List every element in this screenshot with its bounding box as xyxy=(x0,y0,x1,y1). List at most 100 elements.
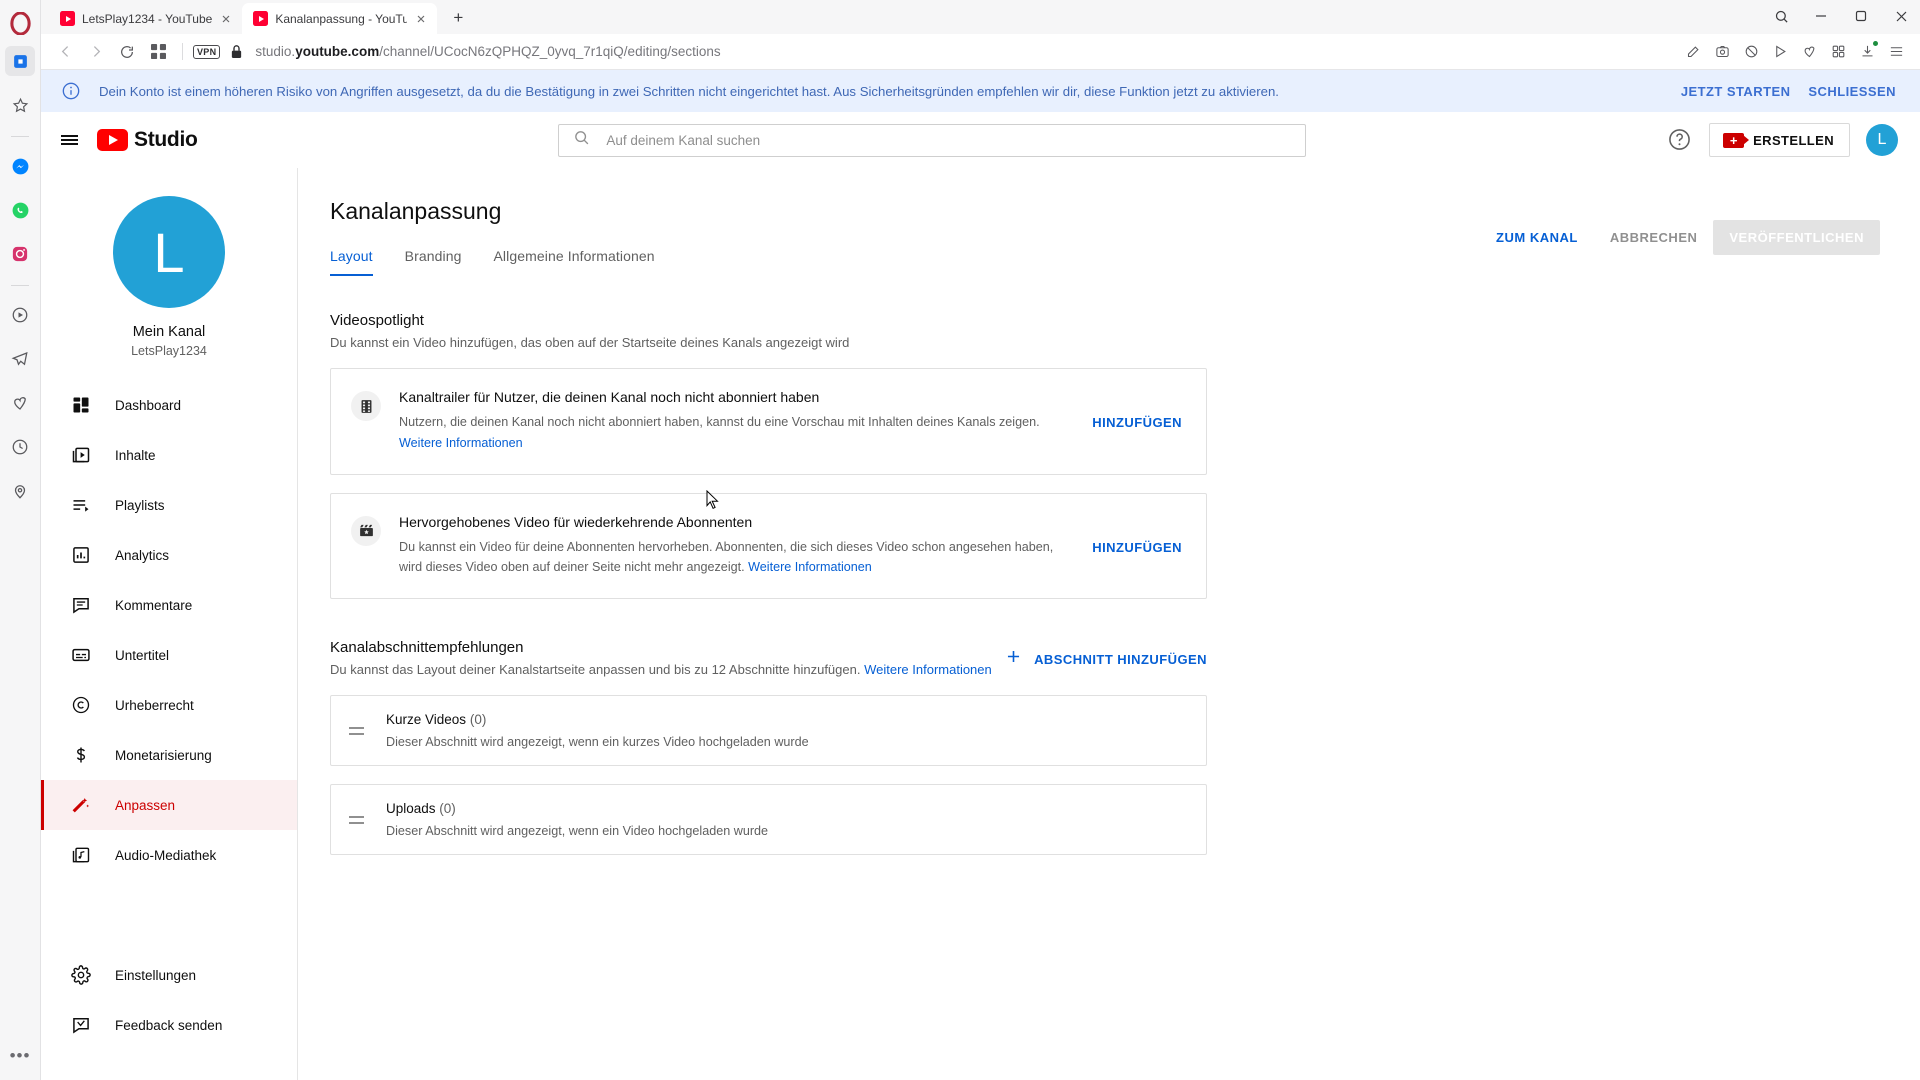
minimize-button[interactable] xyxy=(1802,2,1840,30)
url-domain: youtube.com xyxy=(295,44,380,59)
publish-button[interactable]: VERÖFFENTLICHEN xyxy=(1713,220,1880,255)
music-library-icon xyxy=(69,843,93,867)
lock-icon[interactable] xyxy=(230,44,243,59)
sidebar-item-monetarisierung[interactable]: Monetarisierung xyxy=(41,730,297,780)
instagram-icon[interactable] xyxy=(5,239,35,269)
heart-icon[interactable] xyxy=(1796,38,1823,65)
row-title: Uploads (0) xyxy=(386,801,768,816)
sidebar-item-untertitel[interactable]: Untertitel xyxy=(41,630,297,680)
channel-name: Mein Kanal xyxy=(132,324,206,340)
history-icon[interactable] xyxy=(5,432,35,462)
drag-handle-icon[interactable] xyxy=(349,815,364,824)
row-description: Dieser Abschnitt wird angezeigt, wenn ei… xyxy=(386,735,809,750)
create-button[interactable]: + ERSTELLEN xyxy=(1709,123,1850,157)
pin-icon[interactable] xyxy=(5,476,35,506)
add-featured-button[interactable]: HINZUFÜGEN xyxy=(1092,540,1182,555)
studio-wordmark: Studio xyxy=(134,128,198,151)
search-input[interactable] xyxy=(606,132,1292,148)
cancel-button[interactable]: ABBRECHEN xyxy=(1594,220,1714,255)
screenshot-icon[interactable] xyxy=(1709,38,1736,65)
sidebar-item-analytics[interactable]: Analytics xyxy=(41,530,297,580)
content-video-icon xyxy=(69,443,93,467)
tab-allgemeine-informationen[interactable]: Allgemeine Informationen xyxy=(477,248,670,276)
new-tab-button[interactable]: + xyxy=(445,5,471,31)
browser-tab-1[interactable]: LetsPlay1234 - YouTube xyxy=(49,3,242,34)
messenger-icon[interactable] xyxy=(5,151,35,181)
sidebar-item-dashboard[interactable]: Dashboard xyxy=(41,380,297,430)
url-text[interactable]: studio.youtube.com/channel/UCocN6zQPHQZ_… xyxy=(255,44,1677,59)
workspace-icon[interactable] xyxy=(5,46,35,76)
learn-more-link[interactable]: Weitere Informationen xyxy=(399,436,523,450)
sidebar-item-anpassen[interactable]: Anpassen xyxy=(41,780,297,830)
close-icon[interactable] xyxy=(414,12,428,26)
add-section-button[interactable]: ABSCHNITT HINZUFÜGEN xyxy=(1004,639,1207,671)
view-channel-button[interactable]: ZUM KANAL xyxy=(1480,220,1594,255)
plus-icon xyxy=(1004,647,1023,671)
opera-logo-icon[interactable] xyxy=(7,10,33,36)
avatar[interactable]: L xyxy=(1866,124,1898,156)
section-subtitle: Du kannst ein Video hinzufügen, das oben… xyxy=(330,335,850,350)
studio-logo[interactable]: Studio xyxy=(97,128,198,152)
star-icon[interactable] xyxy=(5,90,35,120)
block-ads-icon[interactable] xyxy=(1738,38,1765,65)
section-row-kurze-videos[interactable]: Kurze Videos (0) Dieser Abschnitt wird a… xyxy=(330,695,1207,767)
section-title: Kanalabschnittempfehlungen xyxy=(330,639,524,657)
sidebar-item-urheberrecht[interactable]: Urheberrecht xyxy=(41,680,297,730)
browser-window: LetsPlay1234 - YouTube Kanalanpassung - … xyxy=(41,0,1920,1080)
section-row-uploads[interactable]: Uploads (0) Dieser Abschnitt wird angeze… xyxy=(330,784,1207,856)
address-bar-icons xyxy=(1680,38,1910,65)
hamburger-menu-icon[interactable] xyxy=(41,112,97,168)
heart-icon[interactable] xyxy=(5,388,35,418)
add-trailer-button[interactable]: HINZUFÜGEN xyxy=(1092,415,1182,430)
security-alert-banner: Dein Konto ist einem höheren Risiko von … xyxy=(41,70,1920,112)
sidebar-item-einstellungen[interactable]: Einstellungen xyxy=(41,950,297,1000)
extensions-icon[interactable] xyxy=(1825,38,1852,65)
opera-menu-icon[interactable] xyxy=(1883,38,1910,65)
alert-dismiss-button[interactable]: SCHLIESSEN xyxy=(1808,84,1896,99)
learn-more-link[interactable]: Weitere Informationen xyxy=(864,662,992,677)
sidebar-item-audio-mediathek[interactable]: Audio-Mediathek xyxy=(41,830,297,880)
edit-icon[interactable] xyxy=(1680,38,1707,65)
close-button[interactable] xyxy=(1882,2,1920,30)
sections-header-text: Kanalabschnittempfehlungen Du kannst das… xyxy=(330,639,992,677)
search-icon[interactable] xyxy=(1762,2,1800,30)
vpn-badge[interactable]: VPN xyxy=(193,44,221,59)
learn-more-link[interactable]: Weitere Informationen xyxy=(748,560,872,574)
sidebar-item-kommentare[interactable]: Kommentare xyxy=(41,580,297,630)
player-icon[interactable] xyxy=(1767,38,1794,65)
sidebar-item-label: Kommentare xyxy=(115,597,193,613)
channel-avatar[interactable]: L xyxy=(113,196,225,308)
drag-handle-icon[interactable] xyxy=(349,726,364,735)
close-icon[interactable] xyxy=(219,12,233,26)
sidebar-item-feedback[interactable]: Feedback senden xyxy=(41,1000,297,1050)
reload-icon[interactable] xyxy=(113,38,141,66)
page-body: L Mein Kanal LetsPlay1234 Dashboard Inha… xyxy=(41,168,1920,1080)
row-title-text: Kurze Videos xyxy=(386,712,467,728)
forward-icon[interactable] xyxy=(82,38,110,66)
gear-icon xyxy=(69,963,93,987)
tab-title: LetsPlay1234 - YouTube xyxy=(82,11,213,26)
tab-layout[interactable]: Layout xyxy=(330,248,389,276)
copyright-icon xyxy=(69,693,93,717)
row-title-text: Uploads xyxy=(386,801,436,817)
browser-tab-2[interactable]: Kanalanpassung - YouTube xyxy=(242,3,438,34)
tab-grid-icon[interactable] xyxy=(144,38,172,66)
row-description: Dieser Abschnitt wird angezeigt, wenn ei… xyxy=(386,824,769,839)
back-icon[interactable] xyxy=(51,38,79,66)
page-viewport: Dein Konto ist einem höheren Risiko von … xyxy=(41,70,1920,1080)
tab-branding[interactable]: Branding xyxy=(389,248,478,276)
player-icon[interactable] xyxy=(5,300,35,330)
film-strip-icon xyxy=(351,391,381,421)
whatsapp-icon[interactable] xyxy=(5,195,35,225)
telegram-icon[interactable] xyxy=(5,344,35,374)
alert-start-button[interactable]: JETZT STARTEN xyxy=(1681,84,1791,99)
help-circle-icon[interactable] xyxy=(1667,127,1693,153)
sidebar-item-playlists[interactable]: Playlists xyxy=(41,480,297,530)
sidebar-item-inhalte[interactable]: Inhalte xyxy=(41,430,297,480)
search-box[interactable] xyxy=(558,123,1307,157)
card-body: Hervorgehobenes Video für wiederkehrende… xyxy=(399,514,1074,579)
youtube-icon xyxy=(60,11,75,26)
more-icon[interactable]: ••• xyxy=(10,1046,31,1066)
downloads-icon[interactable] xyxy=(1854,38,1881,65)
maximize-button[interactable] xyxy=(1842,2,1880,30)
